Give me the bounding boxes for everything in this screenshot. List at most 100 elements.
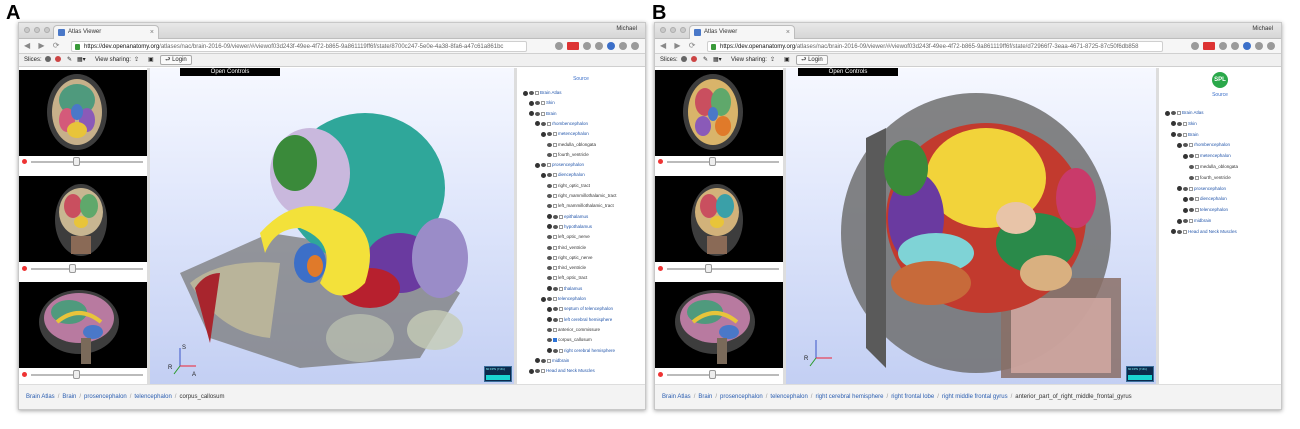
breadcrumb-item[interactable]: Brain Atlas [662, 394, 691, 400]
layout-dropdown-icon[interactable]: ▦▾ [713, 56, 722, 65]
extension-icon[interactable] [583, 42, 591, 50]
tree-item[interactable]: metencephalon [541, 131, 589, 137]
visibility-checkbox[interactable] [553, 276, 557, 281]
eye-icon[interactable] [1189, 165, 1194, 169]
tree-item[interactable]: epithalamus [547, 214, 588, 220]
visibility-checkbox[interactable] [547, 121, 551, 126]
eye-icon[interactable] [547, 266, 552, 271]
eye-icon[interactable] [541, 121, 546, 126]
visibility-checkbox[interactable] [553, 183, 557, 188]
gear-icon[interactable] [45, 56, 51, 66]
expand-toggle-icon[interactable] [535, 162, 540, 168]
expand-toggle-icon[interactable] [541, 172, 546, 178]
url-field[interactable]: https://dev.openanatomy.org/atlases/nac/… [71, 41, 527, 52]
tree-item[interactable]: left_optic_tract [547, 275, 587, 281]
expand-toggle-icon[interactable] [547, 348, 552, 353]
expand-toggle-icon[interactable] [541, 296, 546, 302]
expand-toggle-icon[interactable] [541, 131, 546, 137]
extension-icon[interactable] [607, 42, 615, 50]
share-icon[interactable]: ⇪ [770, 56, 775, 65]
visibility-checkbox[interactable] [553, 152, 557, 157]
visibility-checkbox[interactable] [547, 358, 551, 363]
expand-toggle-icon[interactable] [1177, 218, 1182, 224]
breadcrumb-item[interactable]: right frontal lobe [891, 394, 934, 400]
tree-item[interactable]: midbrain [1177, 218, 1211, 224]
tree-item[interactable]: third_ventricle [547, 245, 586, 251]
expand-toggle-icon[interactable] [523, 90, 528, 96]
coronal-slice-slider[interactable] [19, 264, 147, 274]
eye-icon[interactable] [541, 163, 546, 168]
minimize-window-icon[interactable] [670, 27, 676, 33]
visibility-checkbox[interactable] [1195, 197, 1199, 202]
extension-badge-icon[interactable] [567, 42, 579, 50]
expand-toggle-icon[interactable] [547, 214, 552, 220]
sagittal-slice-view[interactable] [19, 282, 147, 368]
eye-icon[interactable] [1189, 208, 1194, 213]
tab-close-icon[interactable]: × [786, 26, 790, 39]
tree-item[interactable]: Skin [1171, 121, 1197, 127]
visibility-checkbox[interactable] [1183, 229, 1187, 234]
visibility-checkbox[interactable] [1195, 165, 1199, 169]
visibility-checkbox[interactable] [1189, 186, 1193, 191]
visibility-checkbox[interactable] [559, 348, 563, 353]
extension-icon[interactable] [1219, 42, 1227, 50]
visibility-checkbox[interactable] [553, 132, 557, 137]
expand-toggle-icon[interactable] [1171, 121, 1176, 127]
eye-icon[interactable] [1183, 143, 1188, 148]
star-icon[interactable] [1191, 42, 1199, 50]
visibility-checkbox[interactable] [553, 327, 557, 332]
tree-item[interactable]: Brain Atlas [523, 90, 562, 96]
axial-slice-slider[interactable] [19, 157, 147, 167]
eye-icon[interactable] [547, 152, 552, 157]
visibility-checkbox[interactable] [553, 297, 557, 301]
visibility-checkbox[interactable] [1195, 208, 1199, 213]
eye-icon[interactable] [1177, 121, 1182, 126]
close-window-icon[interactable] [24, 27, 30, 33]
slider-thumb[interactable] [73, 370, 80, 379]
visibility-checkbox[interactable] [553, 142, 557, 147]
eye-icon[interactable] [553, 317, 558, 322]
expand-toggle-icon[interactable] [547, 286, 552, 292]
login-button[interactable]: ⮐ Login [160, 55, 192, 65]
visibility-checkbox[interactable] [553, 204, 557, 209]
breadcrumb-item[interactable]: right cerebral hemisphere [815, 394, 883, 400]
eye-icon[interactable] [547, 142, 552, 147]
visibility-checkbox[interactable] [541, 101, 545, 106]
navigation-icons[interactable]: ◀ ▶ ⟳ [660, 41, 698, 50]
breadcrumb-item[interactable]: right middle frontal gyrus [942, 394, 1008, 400]
star-icon[interactable] [555, 42, 563, 50]
maximize-window-icon[interactable] [680, 27, 686, 33]
user-name[interactable]: Michael [1252, 26, 1273, 32]
open-controls-button[interactable]: Open Controls [180, 68, 280, 76]
tree-item[interactable]: Brain Atlas [1165, 110, 1204, 116]
eye-icon[interactable] [547, 194, 552, 198]
tree-item[interactable]: telencephalon [1183, 207, 1228, 213]
tree-item[interactable]: medulla_oblongata [547, 142, 596, 148]
visibility-checkbox[interactable] [1195, 175, 1199, 180]
tree-item[interactable]: diencephalon [1183, 196, 1227, 202]
tree-item[interactable]: prosencephalon [1177, 186, 1226, 192]
extension-icon[interactable] [619, 42, 627, 50]
slider-thumb[interactable] [709, 370, 716, 379]
breadcrumb-item[interactable]: telencephalon [134, 394, 171, 400]
eye-icon[interactable] [547, 338, 552, 343]
tree-item[interactable]: anterior_commissure [547, 327, 600, 333]
extension-icon[interactable] [1255, 42, 1263, 50]
menu-icon[interactable] [1267, 42, 1275, 50]
gear-icon[interactable] [681, 56, 687, 66]
breadcrumb-item[interactable]: corpus_callosum [179, 394, 224, 400]
expand-toggle-icon[interactable] [529, 100, 534, 106]
slider-thumb[interactable] [69, 264, 76, 273]
visibility-checkbox[interactable] [553, 255, 557, 260]
url-field[interactable]: https://dev.openanatomy.org/atlases/nac/… [707, 41, 1163, 52]
eye-icon[interactable] [1183, 186, 1188, 191]
eye-icon[interactable] [547, 276, 552, 281]
visibility-checkbox[interactable] [1189, 219, 1193, 223]
visibility-checkbox[interactable] [559, 214, 563, 219]
visibility-checkbox[interactable] [1183, 132, 1187, 137]
eye-icon[interactable] [1177, 229, 1182, 234]
expand-toggle-icon[interactable] [1177, 186, 1182, 192]
breadcrumb-item[interactable]: Brain [62, 394, 76, 400]
eye-icon[interactable] [547, 173, 552, 178]
tree-item[interactable]: Head and Neck Muscles [1171, 229, 1237, 235]
